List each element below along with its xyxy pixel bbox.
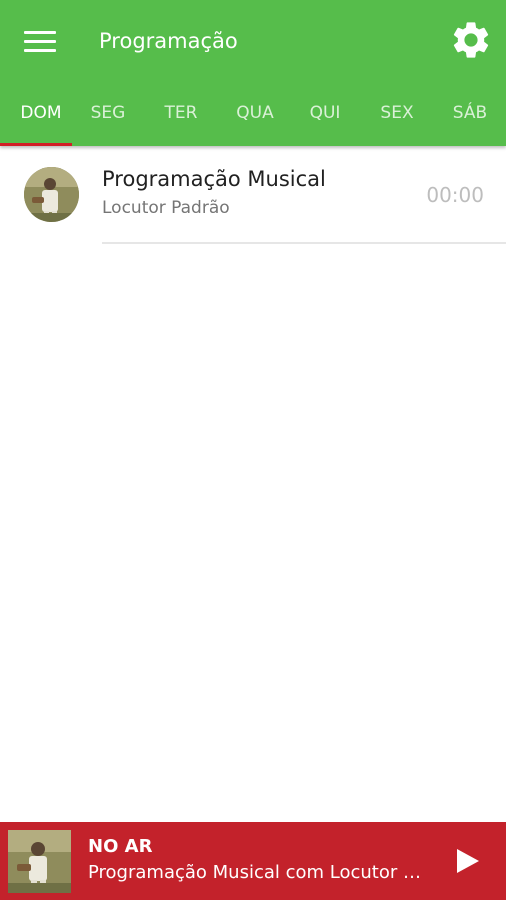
app-bar: Programação DOM SEG TER QUA QUI SEX SÁB xyxy=(0,0,506,146)
program-time: 00:00 xyxy=(426,183,484,207)
menu-line xyxy=(24,40,56,43)
row-divider xyxy=(102,242,506,244)
tab-qui[interactable]: QUI xyxy=(289,90,361,146)
play-icon[interactable] xyxy=(452,846,482,876)
now-playing-bar[interactable]: NO AR Programação Musical com Locutor Pa… xyxy=(0,822,506,900)
now-playing-thumbnail xyxy=(8,830,71,893)
active-tab-indicator xyxy=(0,143,72,146)
menu-line xyxy=(24,31,56,34)
schedule-item[interactable]: Programação Musical Locutor Padrão 00:00 xyxy=(0,150,506,246)
tab-ter[interactable]: TER xyxy=(145,90,217,146)
tab-qua[interactable]: QUA xyxy=(219,90,291,146)
tab-dom[interactable]: DOM xyxy=(0,90,82,146)
gear-icon[interactable] xyxy=(449,18,493,62)
host-avatar xyxy=(24,167,79,222)
page-title: Programação xyxy=(99,29,238,53)
day-tabs: DOM SEG TER QUA QUI SEX SÁB xyxy=(0,90,506,146)
tab-sab[interactable]: SÁB xyxy=(434,90,506,146)
menu-line xyxy=(24,49,56,52)
tab-sex[interactable]: SEX xyxy=(361,90,433,146)
program-host: Locutor Padrão xyxy=(102,198,230,218)
tab-seg[interactable]: SEG xyxy=(72,90,144,146)
now-playing-text: Programação Musical com Locutor Padrão xyxy=(88,862,428,883)
on-air-label: NO AR xyxy=(88,836,153,857)
hamburger-menu-icon[interactable] xyxy=(22,28,58,56)
program-title: Programação Musical xyxy=(102,167,326,191)
